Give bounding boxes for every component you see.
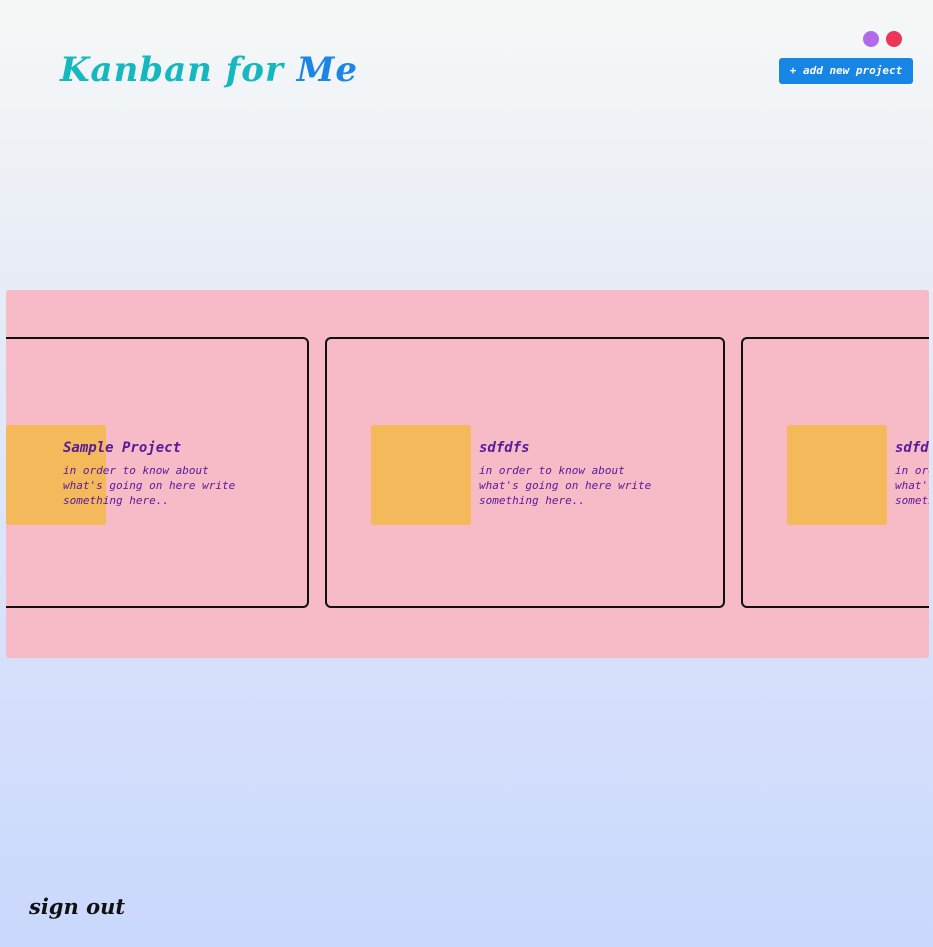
app-title-part1: Kanban for bbox=[60, 50, 284, 90]
project-description: in order to know about what's going on h… bbox=[63, 464, 236, 507]
add-new-project-button[interactable]: + add new project bbox=[779, 58, 913, 84]
project-card[interactable]: Sample Project in order to know about wh… bbox=[6, 337, 309, 608]
project-card[interactable]: sdfdfs in order to know about what's goi… bbox=[741, 337, 929, 608]
sign-out-button[interactable]: sign out bbox=[29, 893, 125, 921]
app-title: Kanban for Me bbox=[60, 48, 358, 92]
project-title: sdfdfs bbox=[479, 440, 530, 456]
project-info: Sample Project in order to know about wh… bbox=[63, 439, 263, 508]
project-carousel[interactable]: Sample Project in order to know about wh… bbox=[6, 290, 929, 658]
app-title-part2: Me bbox=[296, 50, 359, 90]
theme-dot-red[interactable] bbox=[886, 31, 902, 47]
theme-dot-purple[interactable] bbox=[863, 31, 879, 47]
project-card[interactable]: sdfdfs in order to know about what's goi… bbox=[325, 337, 725, 608]
project-info: sdfdfs in order to know about what's goi… bbox=[895, 439, 929, 508]
project-title: Sample Project bbox=[63, 440, 182, 456]
theme-switcher bbox=[863, 31, 902, 47]
project-title: sdfdfs bbox=[895, 440, 929, 456]
project-thumbnail bbox=[787, 425, 887, 525]
project-description: in order to know about what's going on h… bbox=[479, 464, 652, 507]
project-info: sdfdfs in order to know about what's goi… bbox=[479, 439, 679, 508]
project-thumbnail bbox=[371, 425, 471, 525]
project-description: in order to know about what's going on h… bbox=[895, 464, 929, 507]
